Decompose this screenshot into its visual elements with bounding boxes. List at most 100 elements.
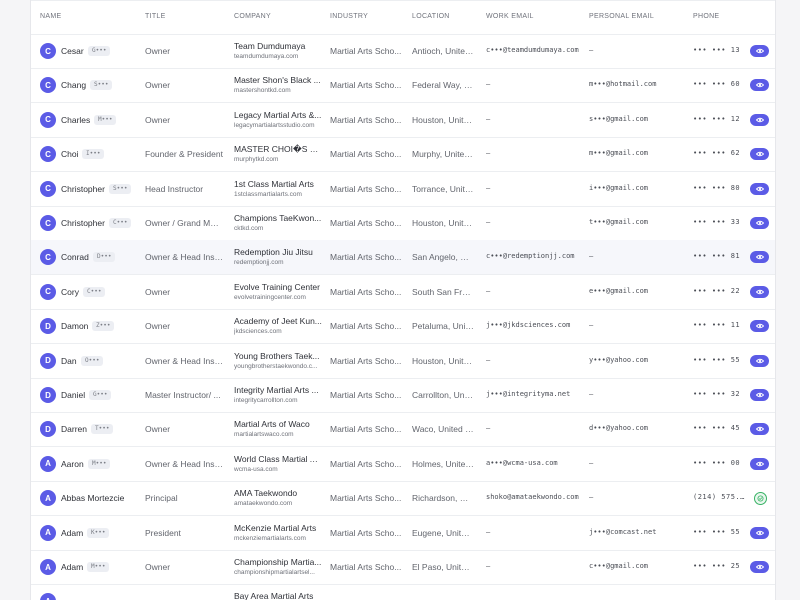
contact-first-name[interactable]: Cory — [61, 287, 79, 297]
column-header-location[interactable]: LOCATION — [412, 13, 474, 20]
company-domain[interactable]: legacymartialartsstudio.com — [234, 122, 322, 129]
reveal-contact-button[interactable] — [750, 217, 769, 229]
company-domain[interactable]: redemptionjj.com — [234, 259, 322, 266]
column-header-personal-email[interactable]: PERSONAL EMAIL — [589, 13, 683, 20]
column-header-title[interactable]: TITLE — [145, 13, 223, 20]
reveal-contact-button[interactable] — [750, 457, 769, 470]
reveal-contact-button[interactable] — [750, 526, 769, 539]
reveal-contact-button[interactable] — [750, 285, 769, 298]
table-row[interactable]: C Christopher C••• Owner / Grand Mas... Cham… — [31, 206, 775, 241]
reveal-contact-button[interactable] — [750, 251, 769, 264]
table-row[interactable]: C Conrad D••• Owner & Head Inst... Redemptio… — [31, 240, 775, 276]
table-row[interactable]: A Adam K••• President McKenzie Martial Arts m… — [31, 516, 775, 551]
location: Waco, United S... — [412, 424, 474, 435]
column-header-work-email[interactable]: WORK EMAIL — [486, 13, 582, 20]
company-domain[interactable]: cktkd.com — [234, 225, 322, 232]
reveal-contact-button[interactable] — [750, 182, 769, 195]
company-domain[interactable]: integritycarrollton.com — [234, 397, 322, 404]
company-domain[interactable]: evolvetrainingcenter.com — [234, 294, 322, 301]
location: Antioch, United... — [412, 46, 474, 56]
reveal-contact-button[interactable] — [750, 389, 769, 401]
company-name[interactable]: Team Dumdumaya — [234, 41, 322, 51]
reveal-contact-button[interactable] — [750, 148, 769, 161]
contact-first-name[interactable]: Adam — [61, 528, 83, 538]
table-row[interactable]: A Adam M••• Owner Championship Martia... cham… — [31, 550, 775, 585]
contact-first-name[interactable]: Christopher — [61, 184, 105, 194]
table-row[interactable]: C Choi I••• Founder & President MASTER CHOI�… — [31, 137, 775, 173]
contact-revealed-button[interactable] — [754, 492, 767, 506]
reveal-contact-button[interactable] — [750, 113, 769, 126]
personal-email: y•••@yahoo.com — [589, 355, 649, 364]
table-row[interactable]: C Cesar G••• Owner Team Dumdumaya teamdumduma… — [31, 34, 775, 69]
table-row[interactable]: C Charles M••• Owner Legacy Martial Arts &..… — [31, 103, 775, 138]
table-row[interactable]: D Damon Z••• Owner Academy of Jeet Kun... jkd… — [31, 309, 775, 345]
company-name[interactable]: Bay Area Martial Arts — [234, 591, 322, 600]
personal-email: j•••@comcast.net — [589, 527, 657, 536]
contact-first-name[interactable]: Aaron — [61, 459, 84, 469]
company-domain[interactable]: amataekwondo.com — [234, 500, 322, 507]
contact-first-name[interactable]: Darren — [61, 424, 87, 434]
table-row[interactable]: A Bay Area Martial Arts — [31, 584, 775, 600]
avatar: C — [40, 146, 56, 163]
contact-first-name[interactable]: Choi — [61, 149, 78, 159]
company-name[interactable]: World Class Martial A... — [234, 454, 322, 464]
table-row[interactable]: C Cory C••• Owner Evolve Training Center evol… — [31, 275, 775, 310]
contact-first-name[interactable]: Conrad — [61, 252, 89, 262]
company-domain[interactable]: mastershontkd.com — [234, 87, 322, 94]
contact-first-name[interactable]: Cesar — [61, 46, 84, 56]
column-header-industry[interactable]: INDUSTRY — [330, 13, 404, 20]
company-name[interactable]: Master Shon's Black ... — [234, 75, 322, 85]
contact-first-name[interactable]: Chang — [61, 80, 86, 90]
company-name[interactable]: Young Brothers Taek... — [234, 351, 322, 361]
location: Carrollton, Unit... — [412, 390, 474, 400]
contact-first-name[interactable]: Abbas Mortezcie — [61, 493, 124, 503]
work-email: c•••@redemptionjj.com — [486, 252, 575, 261]
company-name[interactable]: MASTER CHOI�S WO... — [234, 144, 322, 155]
contact-first-name[interactable]: Daniel — [61, 390, 85, 400]
company-name[interactable]: 1st Class Martial Arts — [234, 179, 322, 189]
table-row[interactable]: D Dan O••• Owner & Head Inst... Young Brothe… — [31, 344, 775, 379]
company-domain[interactable]: championshipmartialartsel... — [234, 569, 322, 576]
table-row[interactable]: A Aaron M••• Owner & Head Inst... World Clas… — [31, 447, 775, 482]
column-header-company[interactable]: COMPANY — [234, 13, 322, 20]
reveal-contact-button[interactable] — [750, 79, 769, 92]
company-name[interactable]: Evolve Training Center — [234, 282, 322, 292]
company-name[interactable]: Champions TaeKwon... — [234, 213, 322, 223]
company-domain[interactable]: martialartswaco.com — [234, 431, 322, 438]
company-name[interactable]: Integrity Martial Arts ... — [234, 385, 322, 395]
table-row[interactable]: C Christopher S••• Head Instructor 1st Class… — [31, 172, 775, 207]
contact-first-name[interactable]: Damon — [61, 321, 88, 331]
column-header-name[interactable]: NAME — [40, 13, 140, 20]
contact-first-name[interactable]: Charles — [61, 115, 90, 125]
company-name[interactable]: AMA Taekwondo — [234, 488, 322, 498]
company-domain[interactable]: wcma-usa.com — [234, 466, 322, 473]
company-name[interactable]: Academy of Jeet Kun... — [234, 316, 322, 326]
company-domain[interactable]: murphytkd.com — [234, 156, 322, 163]
location: Houston, Unite... — [412, 355, 474, 366]
reveal-contact-button[interactable] — [750, 320, 769, 333]
reveal-contact-button[interactable] — [750, 423, 769, 436]
contact-first-name[interactable]: Dan — [61, 356, 77, 366]
contact-first-name[interactable]: Christopher — [61, 218, 105, 228]
company-name[interactable]: Redemption Jiu Jitsu — [234, 247, 322, 257]
company-domain[interactable]: teamdumdumaya.com — [234, 53, 322, 60]
table-row[interactable]: A Abbas Mortezcie Principal AMA Taekwondo am… — [31, 481, 775, 517]
reveal-contact-button[interactable] — [750, 354, 769, 367]
table-row[interactable]: D Daniel G••• Master Instructor/ ... Integri… — [31, 378, 775, 413]
company-domain[interactable]: youngbrotherstaekwondo.c... — [234, 363, 322, 370]
phone: (214) 575... — [693, 493, 745, 502]
company-name[interactable]: McKenzie Martial Arts — [234, 523, 322, 533]
column-header-phone[interactable]: PHONE — [693, 13, 745, 20]
company-name[interactable]: Legacy Martial Arts &... — [234, 110, 322, 120]
reveal-contact-button[interactable] — [750, 561, 769, 573]
contact-first-name[interactable]: Adam — [61, 562, 83, 572]
table-row[interactable]: D Darren T••• Owner Martial Arts of Waco mart… — [31, 412, 775, 448]
company-name[interactable]: Championship Martia... — [234, 557, 322, 567]
eye-icon — [755, 564, 764, 570]
reveal-contact-button[interactable] — [750, 45, 769, 57]
company-name[interactable]: Martial Arts of Waco — [234, 419, 322, 429]
company-domain[interactable]: 1stclassmartialarts.com — [234, 191, 322, 198]
company-domain[interactable]: mckenziemartialarts.com — [234, 535, 322, 542]
company-domain[interactable]: jkdsciences.com — [234, 328, 322, 335]
table-row[interactable]: C Chang S••• Owner Master Shon's Black ... ma… — [31, 68, 775, 104]
